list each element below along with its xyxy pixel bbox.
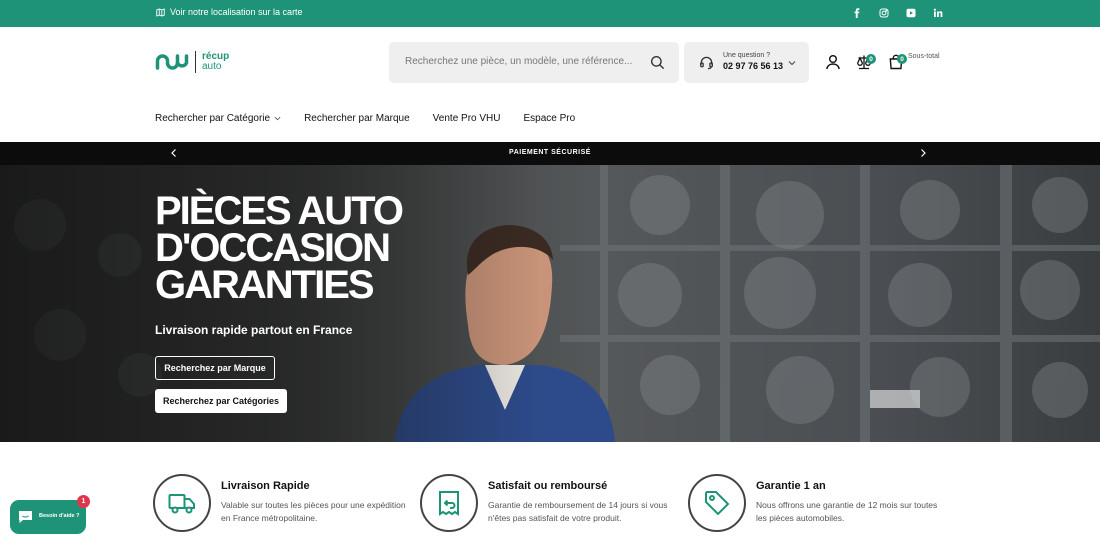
chat-widget-button[interactable]: Besoin d'aide ? bbox=[10, 500, 86, 534]
feature-description: Nous offrons une garantie de 12 mois sur… bbox=[756, 500, 938, 523]
nav-item-espace-pro[interactable]: Espace Pro bbox=[523, 113, 575, 124]
cart-count-badge: 0 bbox=[897, 54, 907, 64]
nav-label: Rechercher par Marque bbox=[304, 113, 410, 124]
feature-fast-delivery: Livraison Rapide Valable sur toutes les … bbox=[153, 474, 413, 534]
hero-headline-line-2: D'OCCASION bbox=[155, 226, 391, 270]
search-by-brand-button[interactable]: Recherchez par Marque bbox=[155, 356, 275, 380]
headset-icon bbox=[700, 56, 713, 70]
chat-notification-badge: 1 bbox=[77, 495, 90, 508]
announcement-bar: PAIEMENT SÉCURISÉ bbox=[0, 142, 1100, 165]
feature-description: Valable sur toutes les pièces pour une e… bbox=[221, 500, 406, 523]
cart-subtotal-label: Sous-total bbox=[908, 53, 940, 60]
facebook-icon[interactable] bbox=[851, 7, 863, 19]
hero-subtitle: Livraison rapide partout en France bbox=[155, 323, 353, 337]
contact-phone[interactable]: 02 97 76 56 13 bbox=[723, 61, 783, 71]
brand-logo-icon bbox=[155, 54, 189, 70]
chat-bubble-icon bbox=[19, 511, 32, 523]
feature-money-back: Satisfait ou remboursé Garantie de rembo… bbox=[420, 474, 680, 534]
store-location-link[interactable]: Voir notre localisation sur la carte bbox=[156, 7, 303, 17]
compare-count-badge: 0 bbox=[866, 54, 876, 64]
feature-icon-circle bbox=[420, 474, 478, 532]
chevron-down-icon bbox=[274, 116, 281, 121]
hero-headline: PIÈCES AUTO D'OCCASION GARANTIES bbox=[155, 189, 404, 307]
contact-dropdown[interactable]: Une question ? 02 97 76 56 13 bbox=[684, 42, 809, 83]
hero-headline-line-3: GARANTIES bbox=[155, 263, 375, 307]
search-bar[interactable]: Recherchez une pièce, un modèle, une réf… bbox=[389, 42, 679, 83]
feature-title: Livraison Rapide bbox=[221, 480, 310, 492]
contact-label: Une question ? bbox=[723, 52, 771, 59]
top-bar: Voir notre localisation sur la carte bbox=[0, 0, 1100, 27]
nav-label: Vente Pro VHU bbox=[432, 113, 501, 124]
instagram-icon[interactable] bbox=[878, 7, 890, 19]
feature-description: Garantie de remboursement de 14 jours si… bbox=[488, 500, 668, 523]
feature-title: Garantie 1 an bbox=[756, 480, 826, 492]
location-text: Voir notre localisation sur la carte bbox=[170, 7, 303, 17]
search-input[interactable]: Recherchez une pièce, un modèle, une réf… bbox=[405, 56, 632, 67]
hero-headline-line-1: PIÈCES AUTO bbox=[155, 189, 404, 233]
nav-item-marque[interactable]: Rechercher par Marque bbox=[304, 113, 410, 124]
nav-label: Espace Pro bbox=[523, 113, 576, 124]
announcement-text: PAIEMENT SÉCURISÉ bbox=[509, 149, 591, 156]
main-navigation: Rechercher par Catégorie Rechercher par … bbox=[155, 113, 598, 124]
search-by-category-button[interactable]: Recherchez par Catégories bbox=[155, 389, 287, 413]
site-logo[interactable]: récup auto bbox=[155, 51, 229, 73]
return-icon bbox=[439, 491, 459, 516]
feature-icon-circle bbox=[153, 474, 211, 532]
account-icon[interactable] bbox=[825, 54, 841, 70]
logo-text-auto: auto bbox=[202, 61, 222, 72]
feature-title: Satisfait ou remboursé bbox=[488, 480, 608, 492]
linkedin-icon[interactable] bbox=[932, 7, 944, 19]
feature-icon-circle bbox=[688, 474, 746, 532]
tag-icon bbox=[705, 491, 730, 516]
chat-label: Besoin d'aide ? bbox=[39, 513, 80, 519]
truck-icon bbox=[168, 494, 195, 514]
hero-banner: PIÈCES AUTO D'OCCASION GARANTIES Livrais… bbox=[0, 165, 1100, 442]
search-icon[interactable] bbox=[650, 55, 665, 70]
logo-divider bbox=[195, 51, 196, 73]
map-icon bbox=[156, 7, 165, 17]
youtube-icon[interactable] bbox=[905, 7, 917, 19]
nav-item-vente-pro-vhu[interactable]: Vente Pro VHU bbox=[433, 113, 501, 124]
nav-item-categorie[interactable]: Rechercher par Catégorie bbox=[155, 113, 281, 124]
chevron-down-icon bbox=[788, 61, 796, 66]
chevron-right-icon[interactable] bbox=[918, 148, 928, 158]
feature-warranty: Garantie 1 an Nous offrons une garantie … bbox=[688, 474, 948, 534]
nav-label: Rechercher par Catégorie bbox=[155, 113, 271, 124]
